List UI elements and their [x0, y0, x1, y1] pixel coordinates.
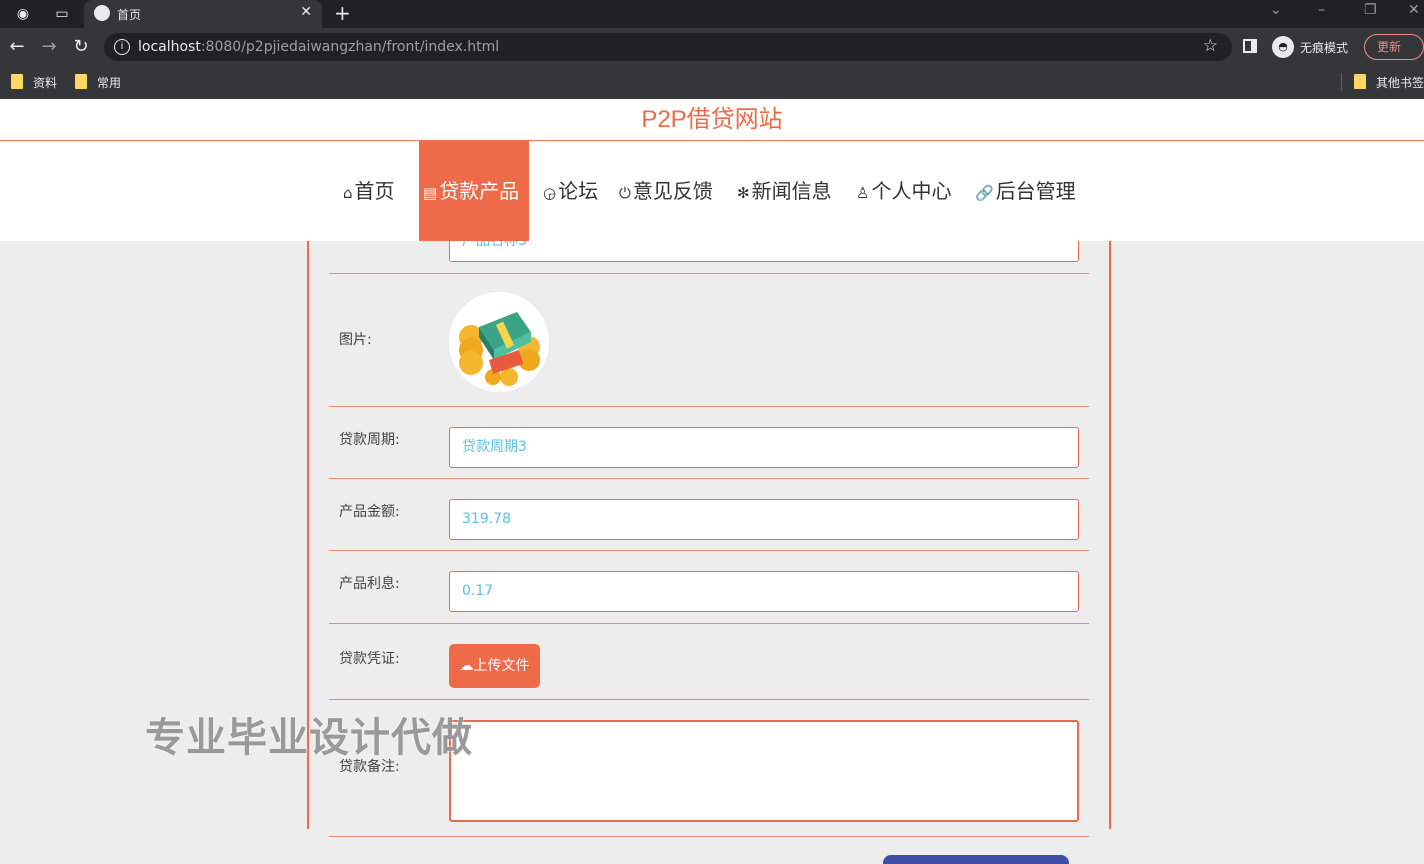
tab-search-icon[interactable]: ▭: [53, 5, 71, 23]
close-icon[interactable]: ✕: [300, 4, 312, 20]
nav-item-admin[interactable]: 🔗 后台管理: [975, 141, 1076, 241]
form-row-product-amount: 产品金额: 319.78: [329, 479, 1089, 551]
image-label: 图片:: [339, 332, 372, 348]
main-nav: ⌂ 首页 ▤ 贷款产品 ◶ 论坛 ⏻ 意见反馈 ✻ 新闻信息 ♙ 个人中心 🔗 后台管理: [0, 141, 1424, 241]
incognito-label: 无痕模式: [1300, 41, 1349, 55]
other-bookmarks[interactable]: 其他书签: [1354, 74, 1424, 91]
url-text[interactable]: localhost:8080/p2pjiedaiwangzhan/front/i…: [138, 39, 499, 55]
watermark-text: 专业毕业设计代做: [145, 715, 473, 761]
site-header: P2P借贷网站: [0, 99, 1424, 141]
globe-icon[interactable]: ◉: [14, 5, 32, 23]
bookmark-separator: [1341, 73, 1342, 91]
form-row-loan-voucher: 贷款凭证: ☁上传文件: [329, 624, 1089, 700]
bookmark-folder-ziliao[interactable]: 资料: [11, 74, 57, 91]
tab-title: 首页: [117, 8, 142, 22]
product-icon: ▤: [423, 184, 438, 202]
close-window-icon[interactable]: ✕: [1408, 2, 1420, 18]
star-icon[interactable]: ☆: [1203, 36, 1218, 56]
product-amount-input[interactable]: 319.78: [449, 499, 1079, 540]
chevron-down-icon[interactable]: ⌄: [1270, 2, 1282, 18]
incognito-icon[interactable]: ◓: [1272, 36, 1294, 58]
user-icon: ♙: [856, 184, 870, 202]
feedback-icon: ⏻: [619, 184, 631, 202]
product-amount-label: 产品金额:: [339, 504, 400, 520]
address-toolbar: ← → ↻ i localhost:8080/p2pjiedaiwangzhan…: [0, 28, 1424, 66]
nav-item-forum[interactable]: ◶ 论坛: [543, 141, 598, 241]
nav-item-home[interactable]: ⌂ 首页: [343, 141, 395, 241]
forum-icon: ◶: [543, 184, 557, 202]
loan-period-label: 贷款周期:: [339, 432, 400, 448]
form-row-product-interest: 产品利息: 0.17: [329, 551, 1089, 624]
submit-button[interactable]: [883, 855, 1069, 864]
update-button[interactable]: 更新: [1364, 34, 1424, 60]
bookmark-folder-changyong[interactable]: 常用: [75, 74, 121, 91]
side-panel-icon[interactable]: [1243, 39, 1257, 53]
bookmarks-bar: 资料 常用 其他书签: [0, 66, 1424, 99]
loan-remark-textarea[interactable]: [449, 720, 1079, 822]
nav-item-feedback[interactable]: ⏻ 意见反馈: [619, 141, 713, 241]
nav-item-loan-products[interactable]: ▤ 贷款产品: [419, 141, 529, 241]
nav-item-news[interactable]: ✻ 新闻信息: [737, 141, 832, 241]
forward-arrow-icon[interactable]: →: [38, 36, 60, 57]
minimize-icon[interactable]: –: [1318, 2, 1325, 18]
loan-period-input[interactable]: 贷款周期3: [449, 427, 1079, 468]
link-icon: 🔗: [975, 184, 994, 202]
product-interest-label: 产品利息:: [339, 576, 400, 592]
browser-tab[interactable]: 首页 ✕: [84, 0, 322, 28]
nav-item-personal-center[interactable]: ♙ 个人中心: [856, 141, 951, 241]
home-icon: ⌂: [343, 184, 353, 202]
new-tab-button[interactable]: +: [334, 1, 351, 25]
loan-voucher-label: 贷款凭证:: [339, 651, 400, 667]
reload-icon[interactable]: ↻: [70, 36, 92, 57]
upload-file-button[interactable]: ☁上传文件: [449, 644, 540, 688]
browser-tab-bar: ◉ ▭ 首页 ✕ + ⌄ – ❐ ✕: [0, 0, 1424, 28]
site-title: P2P借贷网站: [641, 106, 783, 133]
upload-file-label: 上传文件: [473, 658, 530, 674]
product-image: [449, 292, 549, 392]
restore-icon[interactable]: ❐: [1364, 2, 1377, 18]
back-arrow-icon[interactable]: ←: [6, 36, 28, 57]
news-icon: ✻: [737, 184, 750, 202]
url-bar[interactable]: i localhost:8080/p2pjiedaiwangzhan/front…: [104, 33, 1232, 61]
info-icon[interactable]: i: [114, 39, 130, 55]
product-interest-input[interactable]: 0.17: [449, 571, 1079, 612]
form-row-image: 图片:: [329, 274, 1089, 407]
cloud-upload-icon: ☁: [459, 658, 474, 674]
form-row-loan-period: 贷款周期: 贷款周期3: [329, 407, 1089, 479]
globe-icon: [94, 5, 110, 21]
